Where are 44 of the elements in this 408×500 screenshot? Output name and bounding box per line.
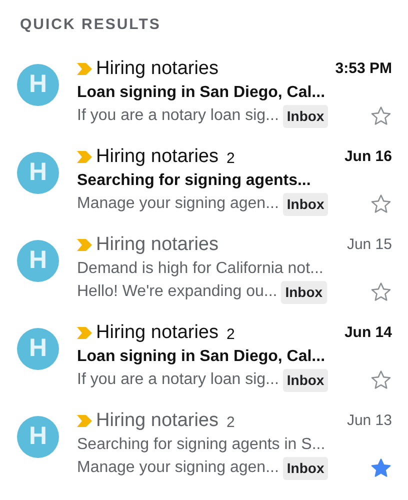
thread-count: 2 xyxy=(226,412,235,433)
avatar: H xyxy=(17,416,59,458)
message-time: Jun 16 xyxy=(344,146,392,167)
message-row[interactable]: H Hiring notaries 2 Jun 16 Searching for signing agents... Manage your signing agen... Inbox xyxy=(0,132,408,220)
message-snippet: If you are a notary loan sig... xyxy=(77,370,279,390)
label-tag: Inbox xyxy=(282,192,328,216)
message-snippet: Manage your signing agen... xyxy=(77,458,279,478)
message-row[interactable]: H Hiring notaries 2 Jun 14 Loan signing in San Diego, Cal... If you are a notary loan sig... Inbox xyxy=(0,308,408,396)
star-icon[interactable] xyxy=(370,369,392,391)
avatar: H xyxy=(17,328,59,370)
message-row[interactable]: H Hiring notaries 2 Jun 13 Searching for signing agents in S... Manage your signing agen... Inbox xyxy=(0,396,408,484)
label-tag: Inbox xyxy=(281,280,327,304)
message-subject: Loan signing in San Diego, Cal... xyxy=(77,347,326,367)
thread-count: 2 xyxy=(226,324,235,345)
message-row[interactable]: H Hiring notaries Jun 15 Demand is high for California not... Hello! We're expanding ou... Inbox xyxy=(0,220,408,308)
star-icon[interactable] xyxy=(370,281,392,303)
message-time: Jun 15 xyxy=(346,234,392,255)
sender-name: Hiring notaries xyxy=(96,408,218,433)
label-tag: Inbox xyxy=(282,104,328,128)
star-icon[interactable] xyxy=(370,105,392,127)
message-subject: Searching for signing agents... xyxy=(77,171,312,191)
sender-name: Hiring notaries xyxy=(96,144,218,169)
sender-name: Hiring notaries xyxy=(96,320,218,345)
avatar: H xyxy=(17,152,59,194)
avatar: H xyxy=(17,240,59,282)
label-tag: Inbox xyxy=(282,368,328,392)
sender-name: Hiring notaries xyxy=(96,232,218,257)
message-time: Jun 13 xyxy=(346,410,392,431)
star-icon[interactable] xyxy=(370,457,392,479)
message-time: 3:53 PM xyxy=(335,58,392,79)
thread-count: 2 xyxy=(226,148,235,169)
message-snippet: Manage your signing agen... xyxy=(77,194,279,214)
message-subject: Searching for signing agents in S... xyxy=(77,435,326,455)
label-tag: Inbox xyxy=(282,456,328,480)
message-snippet: If you are a notary loan sig... xyxy=(77,106,279,126)
message-snippet: Hello! We're expanding ou... xyxy=(77,282,278,302)
avatar: H xyxy=(17,64,59,106)
message-subject: Demand is high for California not... xyxy=(77,259,324,279)
section-heading: QUICK RESULTS xyxy=(19,15,162,35)
message-row[interactable]: H Hiring notaries 3:53 PM Loan signing in San Diego, Cal... If you are a notary loan sig... Inbox xyxy=(0,44,408,132)
star-icon[interactable] xyxy=(370,193,392,215)
sender-name: Hiring notaries xyxy=(96,56,218,81)
message-subject: Loan signing in San Diego, Cal... xyxy=(77,83,326,103)
message-time: Jun 14 xyxy=(344,322,392,343)
